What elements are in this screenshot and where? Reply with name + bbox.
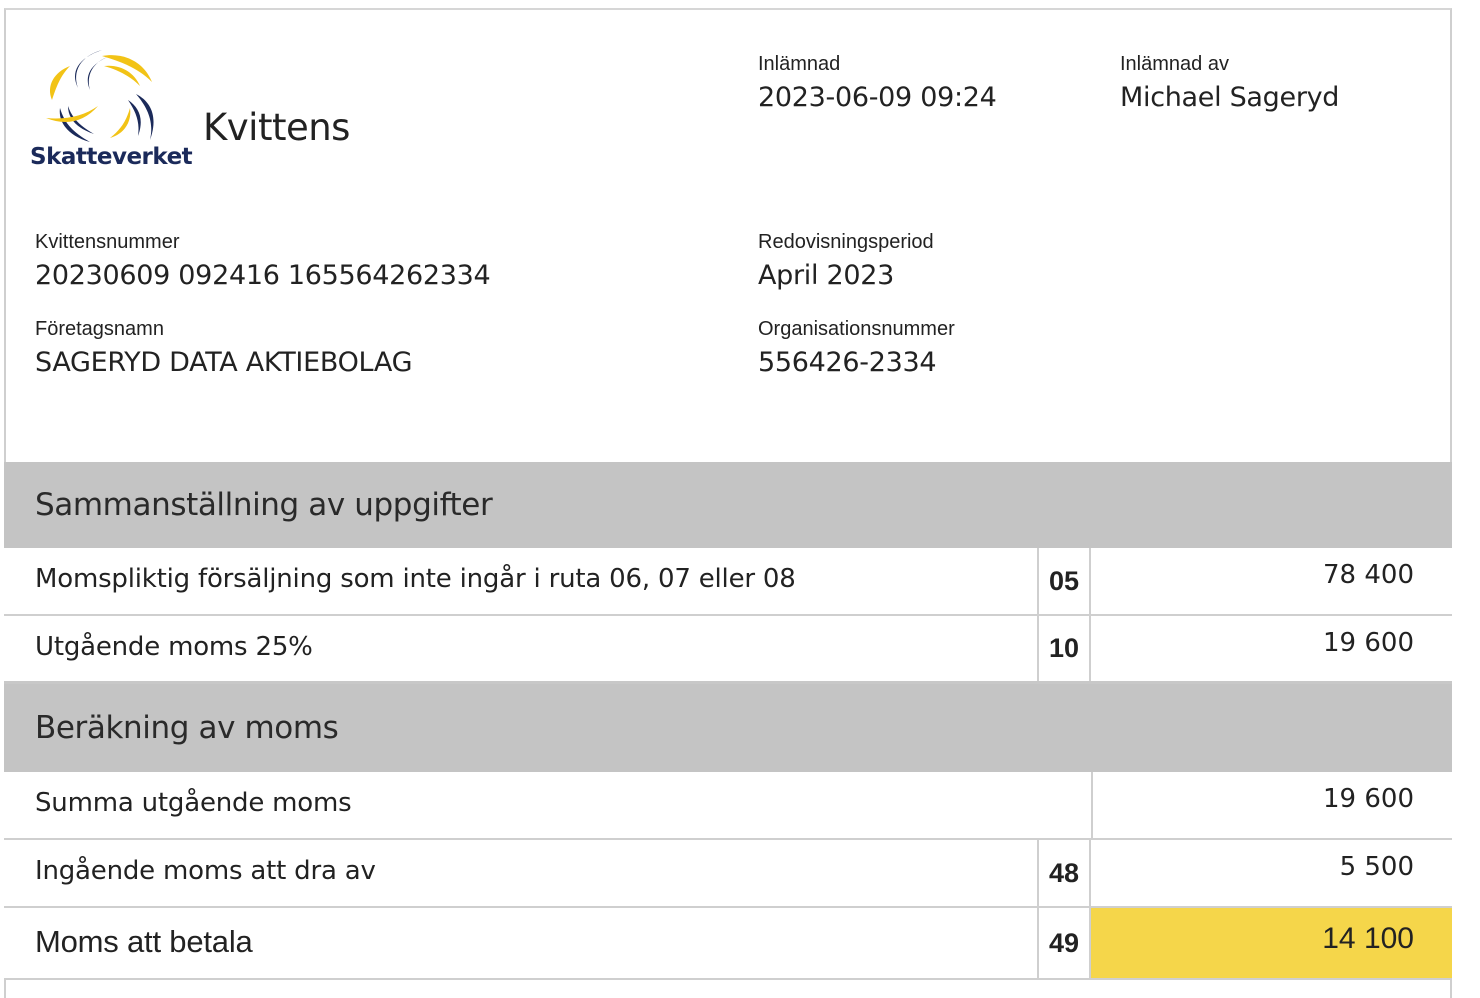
row-amount: 78 400 [1323, 560, 1414, 590]
row-description: Utgående moms 25% [35, 632, 313, 662]
row-amount-highlight: 14 100 [1091, 908, 1452, 978]
table-row: Momspliktig försäljning som inte ingår i… [4, 548, 1452, 616]
row-box-number: 05 [1037, 548, 1091, 614]
org-number-field: Organisationsnummer 556426-2334 [758, 317, 955, 381]
submitted-by-label: Inlämnad av [1120, 53, 1229, 75]
skatteverket-logo: Skatteverket [30, 42, 193, 182]
page-title: Kvittens [203, 106, 350, 149]
submitted-by-field: Inlämnad av Michael Sageryd [1120, 52, 1339, 116]
receipt-number-value: 20230609 092416 165564262334 [35, 260, 491, 291]
submitted-by-value: Michael Sageryd [1120, 82, 1340, 113]
row-description: Moms att betala [35, 924, 253, 959]
skatteverket-swirl-icon [46, 50, 154, 142]
submitted-field: Inlämnad 2023-06-09 09:24 [758, 52, 997, 116]
section-summary-title: Sammanställning av uppgifter [35, 487, 493, 523]
table-row: Summa utgående moms 19 600 [4, 772, 1452, 840]
row-box-number: 10 [1037, 616, 1091, 681]
org-number-value: 556426-2334 [758, 347, 937, 378]
row-box-number: 49 [1037, 908, 1091, 978]
logo-text: Skatteverket [30, 144, 193, 170]
section-calculation-title: Beräkning av moms [35, 710, 339, 746]
row-amount: 19 600 [1091, 772, 1452, 838]
row-description: Ingående moms att dra av [35, 856, 376, 886]
row-description: Summa utgående moms [35, 788, 352, 818]
table-row: Utgående moms 25% 10 19 600 [4, 616, 1452, 684]
row-amount: 19 600 [1323, 628, 1414, 658]
section-calculation-header: Beräkning av moms [4, 684, 1452, 772]
submitted-value: 2023-06-09 09:24 [758, 82, 997, 113]
reporting-period-label: Redovisningsperiod [758, 231, 934, 253]
reporting-period-value: April 2023 [758, 260, 895, 291]
reporting-period-field: Redovisningsperiod April 2023 [758, 230, 934, 294]
row-amount: 5 500 [1339, 852, 1414, 882]
table-row-total: Moms att betala 49 14 100 [4, 908, 1452, 980]
company-name-value: SAGERYD DATA AKTIEBOLAG [35, 347, 413, 378]
receipt-number-field: Kvittensnummer 20230609 092416 165564262… [35, 230, 491, 294]
org-number-label: Organisationsnummer [758, 318, 955, 340]
receipt-number-label: Kvittensnummer [35, 231, 180, 253]
section-summary-header: Sammanställning av uppgifter [4, 462, 1452, 548]
row-description: Momspliktig försäljning som inte ingår i… [35, 564, 796, 594]
company-name-label: Företagsnamn [35, 318, 164, 340]
table-row: Ingående moms att dra av 48 5 500 [4, 840, 1452, 908]
row-box-number: 48 [1037, 840, 1091, 906]
submitted-label: Inlämnad [758, 53, 841, 75]
company-name-field: Företagsnamn SAGERYD DATA AKTIEBOLAG [35, 317, 413, 381]
